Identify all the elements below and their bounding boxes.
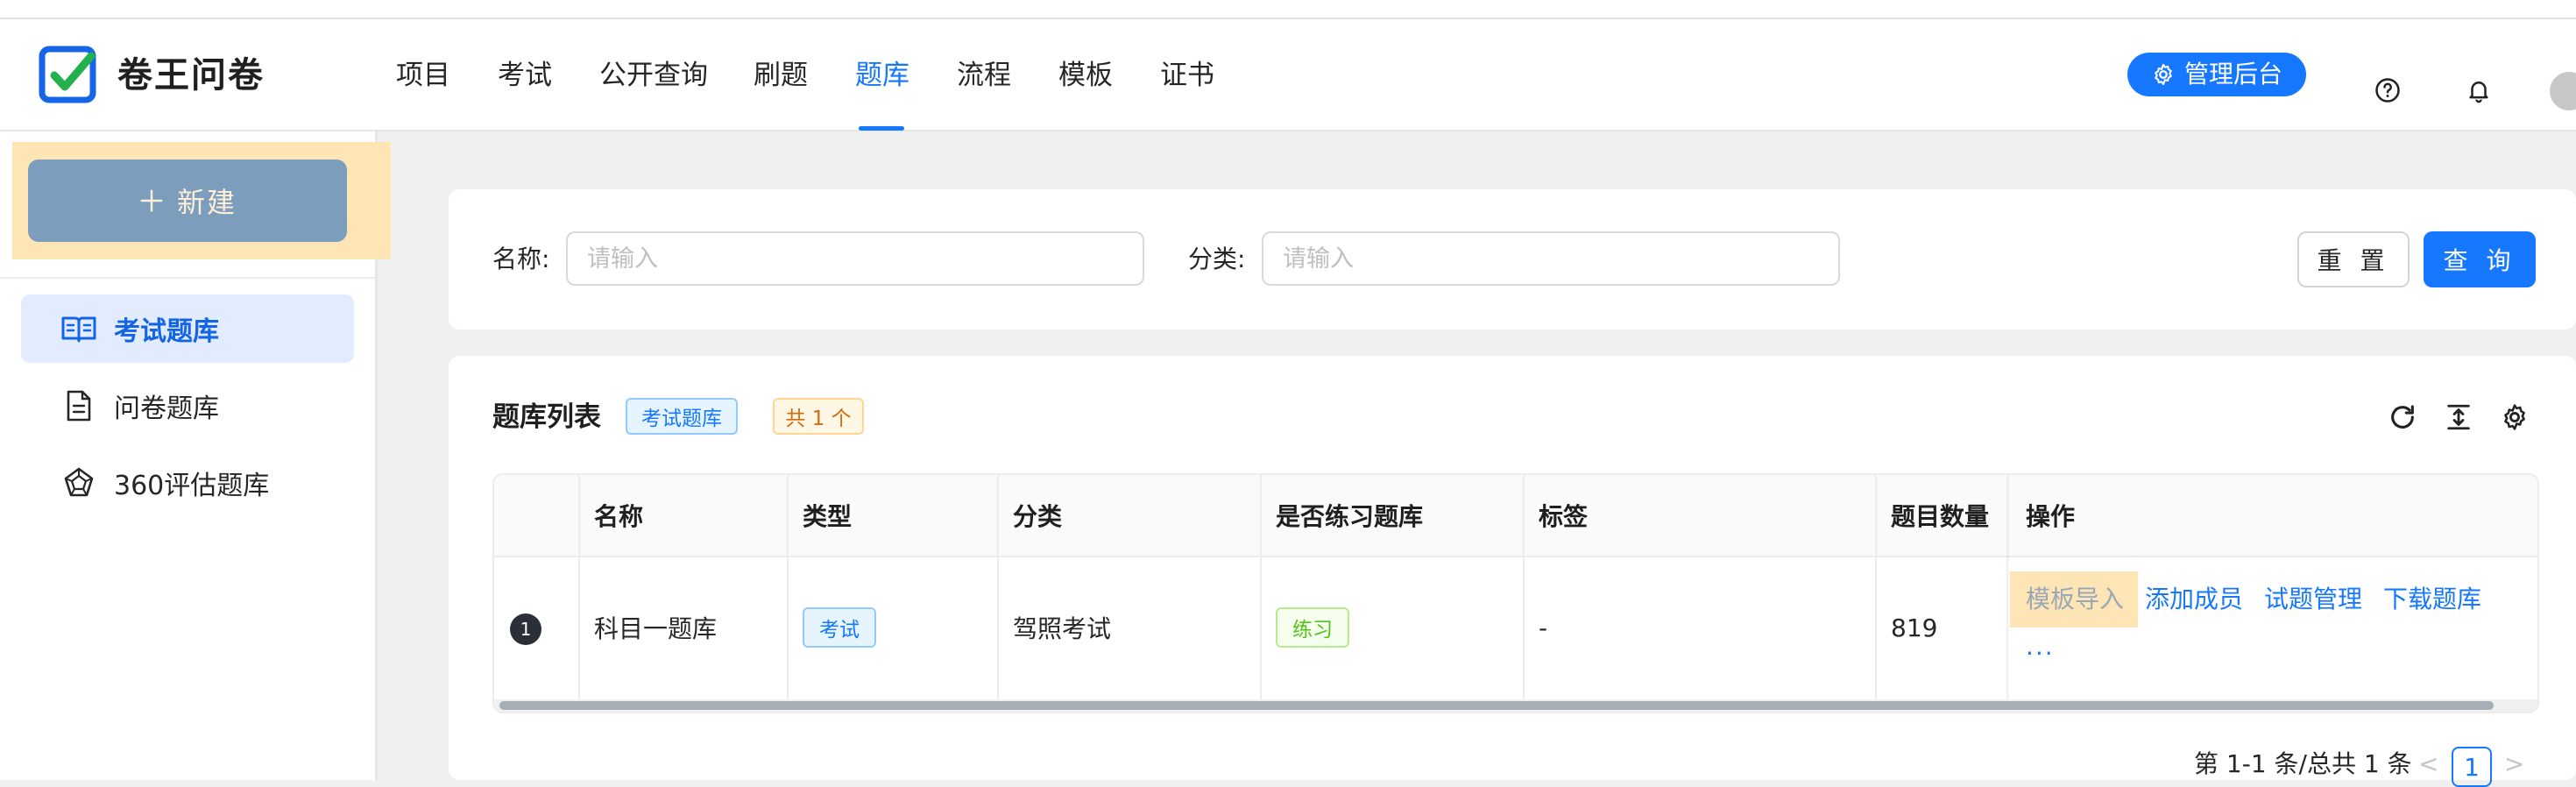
column-header-name: 名称 xyxy=(594,502,644,531)
book-open-icon xyxy=(60,309,98,348)
new-button-label: 新建 xyxy=(176,186,237,219)
category-filter-label: 分类: xyxy=(1188,245,1246,273)
column-header-category: 分类 xyxy=(1013,502,1063,531)
admin-console-label: 管理后台 xyxy=(2183,60,2282,89)
cell-practice: 练习 xyxy=(1260,557,1523,698)
logo-icon xyxy=(39,46,96,103)
scope-tag: 考试题库 xyxy=(626,398,738,435)
cell-name: 科目一题库 xyxy=(594,614,718,643)
help-icon[interactable] xyxy=(2374,77,2401,103)
bell-icon[interactable] xyxy=(2466,77,2492,103)
sidebar-item-survey-bank[interactable]: 问卷题库 xyxy=(21,372,354,440)
row-index-badge: 1 xyxy=(510,613,541,645)
pagination-prev-icon[interactable]: < xyxy=(2418,747,2438,782)
nav-item-question-bank[interactable]: 题库 xyxy=(855,53,909,98)
header: 卷王问卷 项目 考试 公开查询 刷题 题库 流程 模板 证书 管理后台 xyxy=(0,19,2576,131)
sidebar-item-exam-bank[interactable]: 考试题库 xyxy=(21,294,354,363)
practice-tag: 练习 xyxy=(1276,607,1349,648)
query-button[interactable]: 查 询 xyxy=(2424,231,2536,287)
sidebar-item-360-bank[interactable]: 360评估题库 xyxy=(21,449,354,517)
name-filter-input[interactable] xyxy=(566,231,1144,286)
cell-type: 考试 xyxy=(787,557,997,698)
horizontal-scrollbar-thumb[interactable] xyxy=(499,701,2494,710)
column-header-tags: 标签 xyxy=(1539,502,1589,531)
count-tag: 共 1 个 xyxy=(773,398,864,435)
column-header-actions: 操作 xyxy=(2026,502,2076,531)
nav-item-templates[interactable]: 模板 xyxy=(1058,53,1113,98)
sidebar-item-label: 360评估题库 xyxy=(114,471,270,501)
new-button[interactable]: 新建 xyxy=(28,160,347,242)
sidebar-item-label: 问卷题库 xyxy=(114,394,219,424)
avatar[interactable] xyxy=(2550,72,2576,110)
template-import-link[interactable]: 模板导入 xyxy=(2026,578,2124,620)
download-bank-link[interactable]: 下载题库 xyxy=(2383,578,2481,620)
list-title: 题库列表 xyxy=(492,401,601,433)
admin-console-button[interactable]: 管理后台 xyxy=(2127,53,2306,96)
cell-tags: - xyxy=(1539,613,1548,642)
gear-icon xyxy=(2155,63,2172,86)
question-bank-table: 名称 类型 分类 是否练习题库 标签 题目数量 操作 1 科目一题库 考试 驾照… xyxy=(492,473,2539,713)
pagination-next-icon[interactable]: > xyxy=(2504,747,2524,782)
column-header-question-count: 题目数量 xyxy=(1891,502,1990,531)
nav-item-workflow[interactable]: 流程 xyxy=(957,53,1011,98)
column-header-practice: 是否练习题库 xyxy=(1276,502,1424,531)
nav-item-exams[interactable]: 考试 xyxy=(498,53,552,98)
column-height-icon[interactable] xyxy=(2441,400,2476,435)
sidebar: 新建 考试题库 问卷题库 360评估题库 xyxy=(0,131,391,780)
plus-icon xyxy=(140,189,163,212)
refresh-icon[interactable] xyxy=(2385,400,2420,435)
nav-item-projects[interactable]: 项目 xyxy=(396,53,450,98)
category-filter-input[interactable] xyxy=(1262,231,1840,286)
settings-gear-icon[interactable] xyxy=(2497,400,2532,435)
nav-item-certificates[interactable]: 证书 xyxy=(1160,53,1214,98)
question-management-link[interactable]: 试题管理 xyxy=(2264,578,2362,620)
pagination-summary: 第 1-1 条/总共 1 条 xyxy=(2194,749,2412,778)
cell-category: 驾照考试 xyxy=(1013,614,1112,643)
cell-question-count: 819 xyxy=(1891,613,1938,642)
more-actions-link[interactable]: ... xyxy=(2026,629,2055,664)
pagination-page-1[interactable]: 1 xyxy=(2452,747,2492,787)
reset-button[interactable]: 重 置 xyxy=(2297,231,2410,287)
document-icon xyxy=(60,386,98,425)
column-header-type: 类型 xyxy=(803,502,853,531)
nav-item-public-query[interactable]: 公开查询 xyxy=(599,53,708,98)
name-filter-label: 名称: xyxy=(492,245,550,273)
type-tag: 考试 xyxy=(803,607,876,648)
add-member-link[interactable]: 添加成员 xyxy=(2145,578,2243,620)
top-strip xyxy=(0,0,2576,19)
nav-item-practice[interactable]: 刷题 xyxy=(754,53,808,98)
pentagon-icon xyxy=(60,464,98,502)
nav-active-indicator xyxy=(859,126,904,131)
brand-name: 卷王问卷 xyxy=(117,55,265,96)
sidebar-divider xyxy=(0,277,375,279)
sidebar-item-label: 考试题库 xyxy=(114,316,219,347)
